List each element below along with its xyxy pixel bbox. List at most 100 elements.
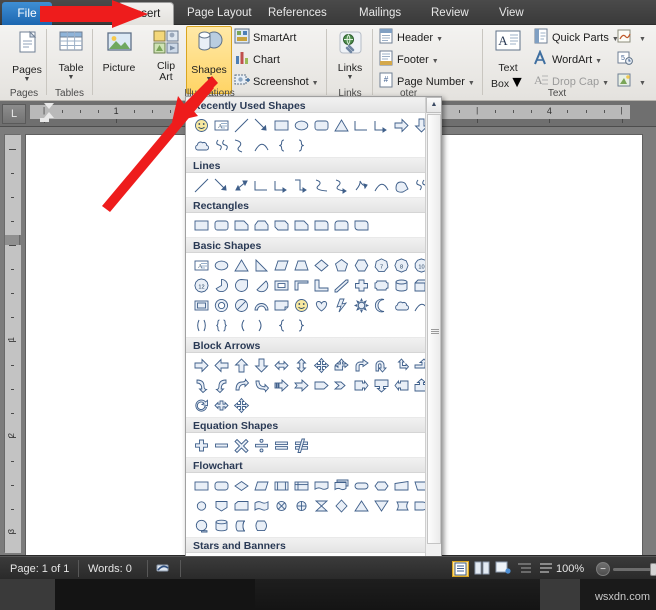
- shape-terminator[interactable]: [351, 475, 371, 494]
- shape-connector[interactable]: [191, 495, 211, 514]
- view-web-layout[interactable]: [495, 561, 512, 577]
- shape-left-arrow-callout[interactable]: [391, 375, 411, 394]
- shape-round-same-side-corner[interactable]: [331, 215, 351, 234]
- tab-home[interactable]: Home: [60, 2, 105, 25]
- shape-punched-tape[interactable]: [251, 495, 271, 514]
- tab-stop-selector[interactable]: L: [2, 104, 26, 124]
- shape-frame[interactable]: [271, 275, 291, 294]
- shape-quad-arrow[interactable]: [231, 395, 251, 414]
- shape-curved-connector[interactable]: [311, 175, 331, 194]
- shape-predefined-process[interactable]: [271, 475, 291, 494]
- chart-button[interactable]: Chart: [234, 50, 280, 69]
- shape-down-arrow[interactable]: [251, 355, 271, 374]
- tab-insert[interactable]: Insert: [118, 2, 174, 25]
- view-outline[interactable]: [517, 561, 534, 577]
- taskbar-block[interactable]: [0, 579, 55, 610]
- shape-up-down-arrow[interactable]: [291, 355, 311, 374]
- shape-chevron[interactable]: [331, 375, 351, 394]
- shape-teardrop[interactable]: [231, 275, 251, 294]
- shape-rounded-rectangle[interactable]: [211, 215, 231, 234]
- text-box-button[interactable]: A Text Box▼: [486, 27, 530, 91]
- shape-double-bracket[interactable]: [191, 315, 211, 334]
- tab-file[interactable]: File: [2, 2, 52, 25]
- shape-preparation[interactable]: [371, 475, 391, 494]
- shape-left-right-arrow-callout[interactable]: [211, 395, 231, 414]
- shape-cloud[interactable]: [191, 135, 211, 154]
- shape-elbow-double-arrow[interactable]: [291, 175, 311, 194]
- shape-text-box[interactable]: A: [191, 255, 211, 274]
- shape-smiley-face[interactable]: [291, 295, 311, 314]
- shape-curved-double-arrow[interactable]: [351, 175, 371, 194]
- shape-isosceles-triangle[interactable]: [231, 255, 251, 274]
- shape-stored-data[interactable]: [391, 495, 411, 514]
- shape-right-triangle[interactable]: [251, 255, 271, 274]
- zoom-slider-track[interactable]: [613, 568, 653, 571]
- shape-left-right-arrow[interactable]: [271, 355, 291, 374]
- shape-pie[interactable]: [211, 275, 231, 294]
- shape-elbow-arrow[interactable]: [271, 175, 291, 194]
- shape-scribble[interactable]: [211, 135, 231, 154]
- proofing-errors-icon[interactable]: [155, 561, 173, 577]
- zoom-out-button[interactable]: −: [596, 562, 610, 576]
- shape-arc[interactable]: [251, 135, 271, 154]
- shape-folded-corner[interactable]: [271, 295, 291, 314]
- quick-parts-button[interactable]: Quick Parts ▼: [533, 28, 619, 47]
- shape-curved-arrow-connector[interactable]: [331, 175, 351, 194]
- shape-heptagon[interactable]: 7: [371, 255, 391, 274]
- shape-collate[interactable]: [311, 495, 331, 514]
- tab-review[interactable]: Review: [424, 2, 476, 25]
- shape-smiley-face[interactable]: [191, 115, 211, 134]
- shape-snip-single-corner[interactable]: [231, 215, 251, 234]
- shape-curved-left-arrow[interactable]: [211, 375, 231, 394]
- gallery-scrollbar[interactable]: ▲ ▼: [425, 97, 441, 588]
- shape-curved-up-arrow[interactable]: [231, 375, 251, 394]
- shape-double-brace[interactable]: [211, 315, 231, 334]
- shape-text-box[interactable]: A: [211, 115, 231, 134]
- tab-mailings[interactable]: Mailings: [352, 2, 408, 25]
- shape-alternate-process[interactable]: [211, 475, 231, 494]
- shape-round-single-corner[interactable]: [311, 215, 331, 234]
- shape-direct-access-storage[interactable]: [231, 515, 251, 534]
- view-print-layout[interactable]: [452, 561, 469, 577]
- shape-dodecagon[interactable]: 12: [191, 275, 211, 294]
- shape-sun[interactable]: [351, 295, 371, 314]
- first-line-indent-marker[interactable]: [44, 103, 54, 109]
- shape-line[interactable]: [231, 115, 251, 134]
- scrollbar-thumb[interactable]: [427, 114, 441, 544]
- shape-process[interactable]: [191, 475, 211, 494]
- clip-art-button[interactable]: Clip Art: [144, 27, 188, 87]
- picture-button[interactable]: Picture: [95, 27, 143, 87]
- table-button[interactable]: Table ▼: [48, 27, 94, 87]
- shape-curved-right-arrow[interactable]: [191, 375, 211, 394]
- shape-minus-sign[interactable]: [211, 435, 231, 454]
- zoom-slider-knob[interactable]: [650, 563, 656, 576]
- shape-internal-storage[interactable]: [291, 475, 311, 494]
- links-button[interactable]: Links ▼: [329, 27, 371, 87]
- shape-quad-arrow-callout[interactable]: [331, 355, 351, 374]
- view-draft[interactable]: [538, 561, 555, 577]
- tab-page-layout[interactable]: Page Layout: [180, 2, 259, 25]
- shape-right-brace[interactable]: [291, 135, 311, 154]
- shape-bent-arrow[interactable]: [351, 355, 371, 374]
- tab-view[interactable]: View: [492, 2, 531, 25]
- tab-references[interactable]: References: [261, 2, 334, 25]
- shape-left-bracket[interactable]: [231, 315, 251, 334]
- shape-block-arc[interactable]: [251, 295, 271, 314]
- shape-elbow-connector[interactable]: [351, 115, 371, 134]
- shape-elbow-connector[interactable]: [251, 175, 271, 194]
- shape-display[interactable]: [251, 515, 271, 534]
- shape-manual-input[interactable]: [391, 475, 411, 494]
- shape-decision[interactable]: [231, 475, 251, 494]
- shape-snip-and-round-corner[interactable]: [291, 215, 311, 234]
- shape-data[interactable]: [251, 475, 271, 494]
- shape-right-brace[interactable]: [291, 315, 311, 334]
- page-indicator[interactable]: Page: 1 of 1: [10, 561, 69, 577]
- shape-half-frame[interactable]: [291, 275, 311, 294]
- shape-snip-diagonal-corner[interactable]: [271, 215, 291, 234]
- shape-bevel[interactable]: [191, 295, 211, 314]
- shape-document[interactable]: [311, 475, 331, 494]
- shape-elbow-arrow-connector[interactable]: [371, 115, 391, 134]
- shape-curved-down-arrow[interactable]: [251, 375, 271, 394]
- shape-left-arrow[interactable]: [211, 355, 231, 374]
- shape-chord[interactable]: [251, 275, 271, 294]
